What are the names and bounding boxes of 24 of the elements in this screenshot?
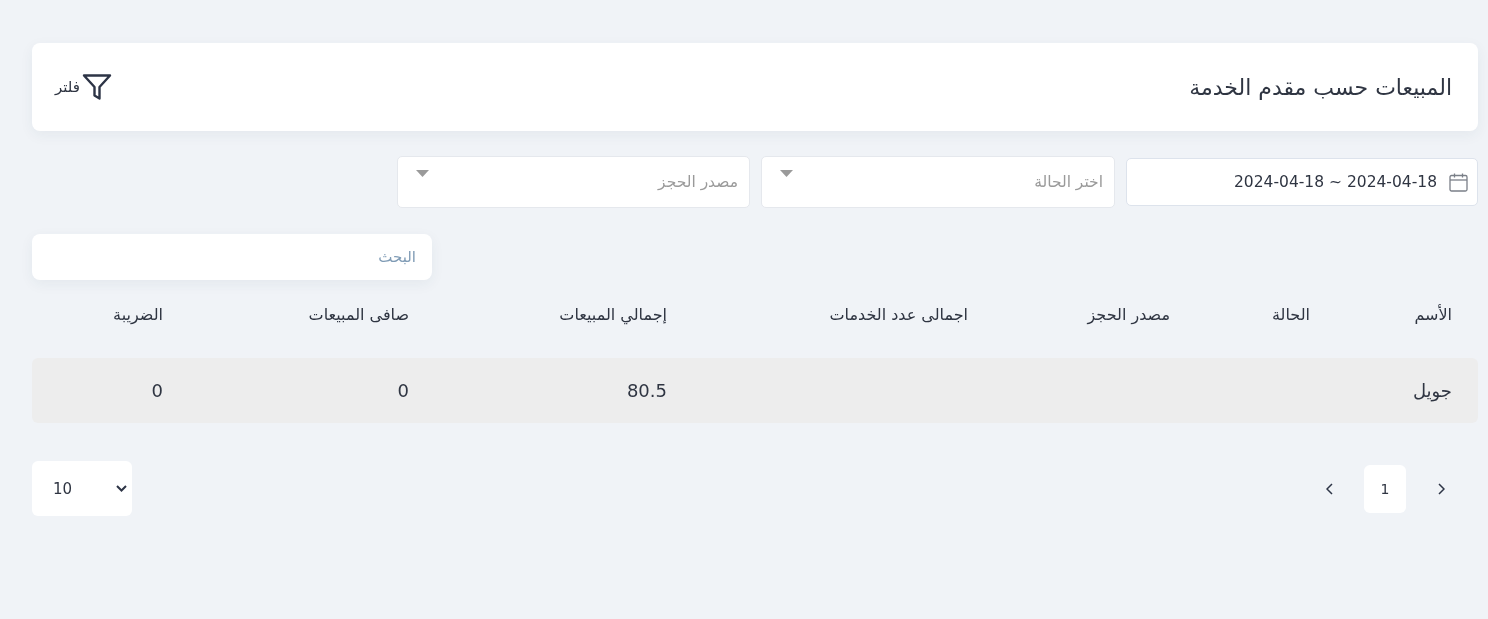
page-size-select[interactable]: 10: [32, 461, 132, 516]
column-header: صافى المبيعات: [307, 304, 410, 324]
search-field[interactable]: البحث: [32, 234, 432, 280]
column-header: إجمالي المبيعات: [558, 304, 668, 324]
caret-down-icon: [416, 170, 429, 177]
page-title: المبيعات حسب مقدم الخدمة: [1189, 74, 1452, 100]
chevron-left-icon: [1325, 482, 1333, 495]
table-cell-text: 0: [150, 380, 164, 401]
table-cell-text: جويل: [1411, 380, 1453, 401]
chevron-down-icon: [116, 485, 127, 492]
column-header: مصدر الحجز: [1085, 304, 1171, 324]
table-cell-text: 0: [396, 380, 410, 401]
table-cell-text: 80.5: [625, 380, 668, 401]
column-header: الحالة: [1271, 304, 1311, 324]
page-number-button[interactable]: 1: [1364, 464, 1406, 513]
column-header: الأسم: [1413, 304, 1453, 324]
filter-button[interactable]: فلتر: [55, 74, 112, 100]
calendar-icon: [1449, 172, 1468, 192]
column-header: اجمالى عدد الخدمات: [828, 304, 969, 324]
column-header: الضريبة: [112, 304, 164, 324]
caret-down-icon: [780, 170, 793, 177]
date-range-field[interactable]: 2024-04-18 ~ 2024-04-18: [1126, 158, 1478, 206]
chevron-right-icon: [1437, 482, 1445, 495]
filter-icon: [81, 74, 112, 100]
